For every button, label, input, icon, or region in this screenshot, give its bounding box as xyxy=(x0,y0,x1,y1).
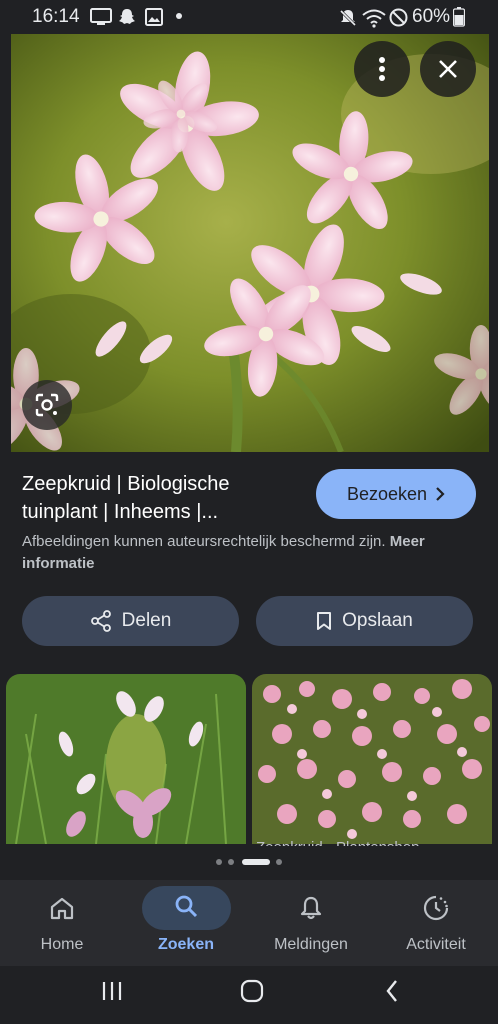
dnd-icon xyxy=(389,8,408,27)
lens-search-button[interactable] xyxy=(22,380,72,430)
chevron-right-icon xyxy=(436,487,445,501)
related-photo-1 xyxy=(6,674,246,844)
back-icon xyxy=(386,980,397,1002)
close-icon xyxy=(439,60,457,78)
dot-icon xyxy=(176,13,182,19)
related-image-2[interactable] xyxy=(252,674,492,844)
nav-notifications-label: Meldingen xyxy=(274,936,348,953)
visit-button[interactable]: Bezoeken xyxy=(316,469,476,519)
system-navigation-bar xyxy=(0,966,498,1024)
activity-icon xyxy=(423,895,449,921)
bookmark-icon xyxy=(317,612,332,630)
back-button[interactable] xyxy=(372,976,412,1006)
more-options-button[interactable] xyxy=(354,41,410,97)
recent-apps-icon xyxy=(102,982,122,1000)
battery-percentage: 60% xyxy=(412,6,451,27)
nav-home-label: Home xyxy=(40,936,84,953)
related-photo-2 xyxy=(252,674,492,844)
home-circle-icon xyxy=(240,979,264,1003)
image-icon xyxy=(145,8,163,26)
related-caption-2[interactable]: Zeepkruid - Plantenshop xyxy=(256,838,492,846)
mute-icon xyxy=(339,9,357,27)
page-dot xyxy=(216,859,222,865)
bell-icon xyxy=(300,896,322,920)
more-vert-icon xyxy=(379,57,385,81)
pagination-dots xyxy=(212,857,286,867)
page-dot-active xyxy=(242,859,270,865)
share-icon xyxy=(90,610,111,632)
nav-activity-label: Activiteit xyxy=(406,936,466,953)
nav-search[interactable]: Zoeken xyxy=(124,880,248,966)
flower-photo xyxy=(11,34,489,452)
save-button[interactable]: Opslaan xyxy=(256,596,473,646)
lens-icon xyxy=(35,393,59,417)
status-bar: 16:14 60% xyxy=(0,0,498,34)
related-image-1[interactable] xyxy=(6,674,246,844)
hero-image[interactable] xyxy=(11,34,489,452)
share-label: Delen xyxy=(121,610,172,631)
nav-home[interactable]: Home xyxy=(0,880,124,966)
share-button[interactable]: Delen xyxy=(22,596,239,646)
snapchat-icon xyxy=(119,9,135,24)
nav-search-label: Zoeken xyxy=(157,936,214,953)
status-time: 16:14 xyxy=(32,6,80,27)
save-label: Opslaan xyxy=(342,610,413,631)
wifi-icon xyxy=(362,9,386,28)
page-dot xyxy=(228,859,234,865)
close-button[interactable] xyxy=(420,41,476,97)
copyright-notice: Afbeeldingen kunnen auteursrechtelijk be… xyxy=(22,531,478,575)
recent-apps-button[interactable] xyxy=(92,976,132,1006)
nav-activity[interactable]: Activiteit xyxy=(374,880,498,966)
cast-icon xyxy=(90,8,112,25)
visit-button-label: Bezoeken xyxy=(346,483,428,504)
search-icon xyxy=(175,895,198,918)
page-dot xyxy=(276,859,282,865)
bottom-navigation: Home Zoeken Meldingen Activiteit xyxy=(0,880,498,966)
home-icon xyxy=(50,897,74,920)
result-title[interactable]: Zeepkruid | Biologische tuinplant | Inhe… xyxy=(22,470,292,526)
nav-notifications[interactable]: Meldingen xyxy=(249,880,373,966)
home-system-button[interactable] xyxy=(232,976,272,1006)
battery-icon xyxy=(453,7,465,27)
copyright-text: Afbeeldingen kunnen auteursrechtelijk be… xyxy=(22,533,386,550)
